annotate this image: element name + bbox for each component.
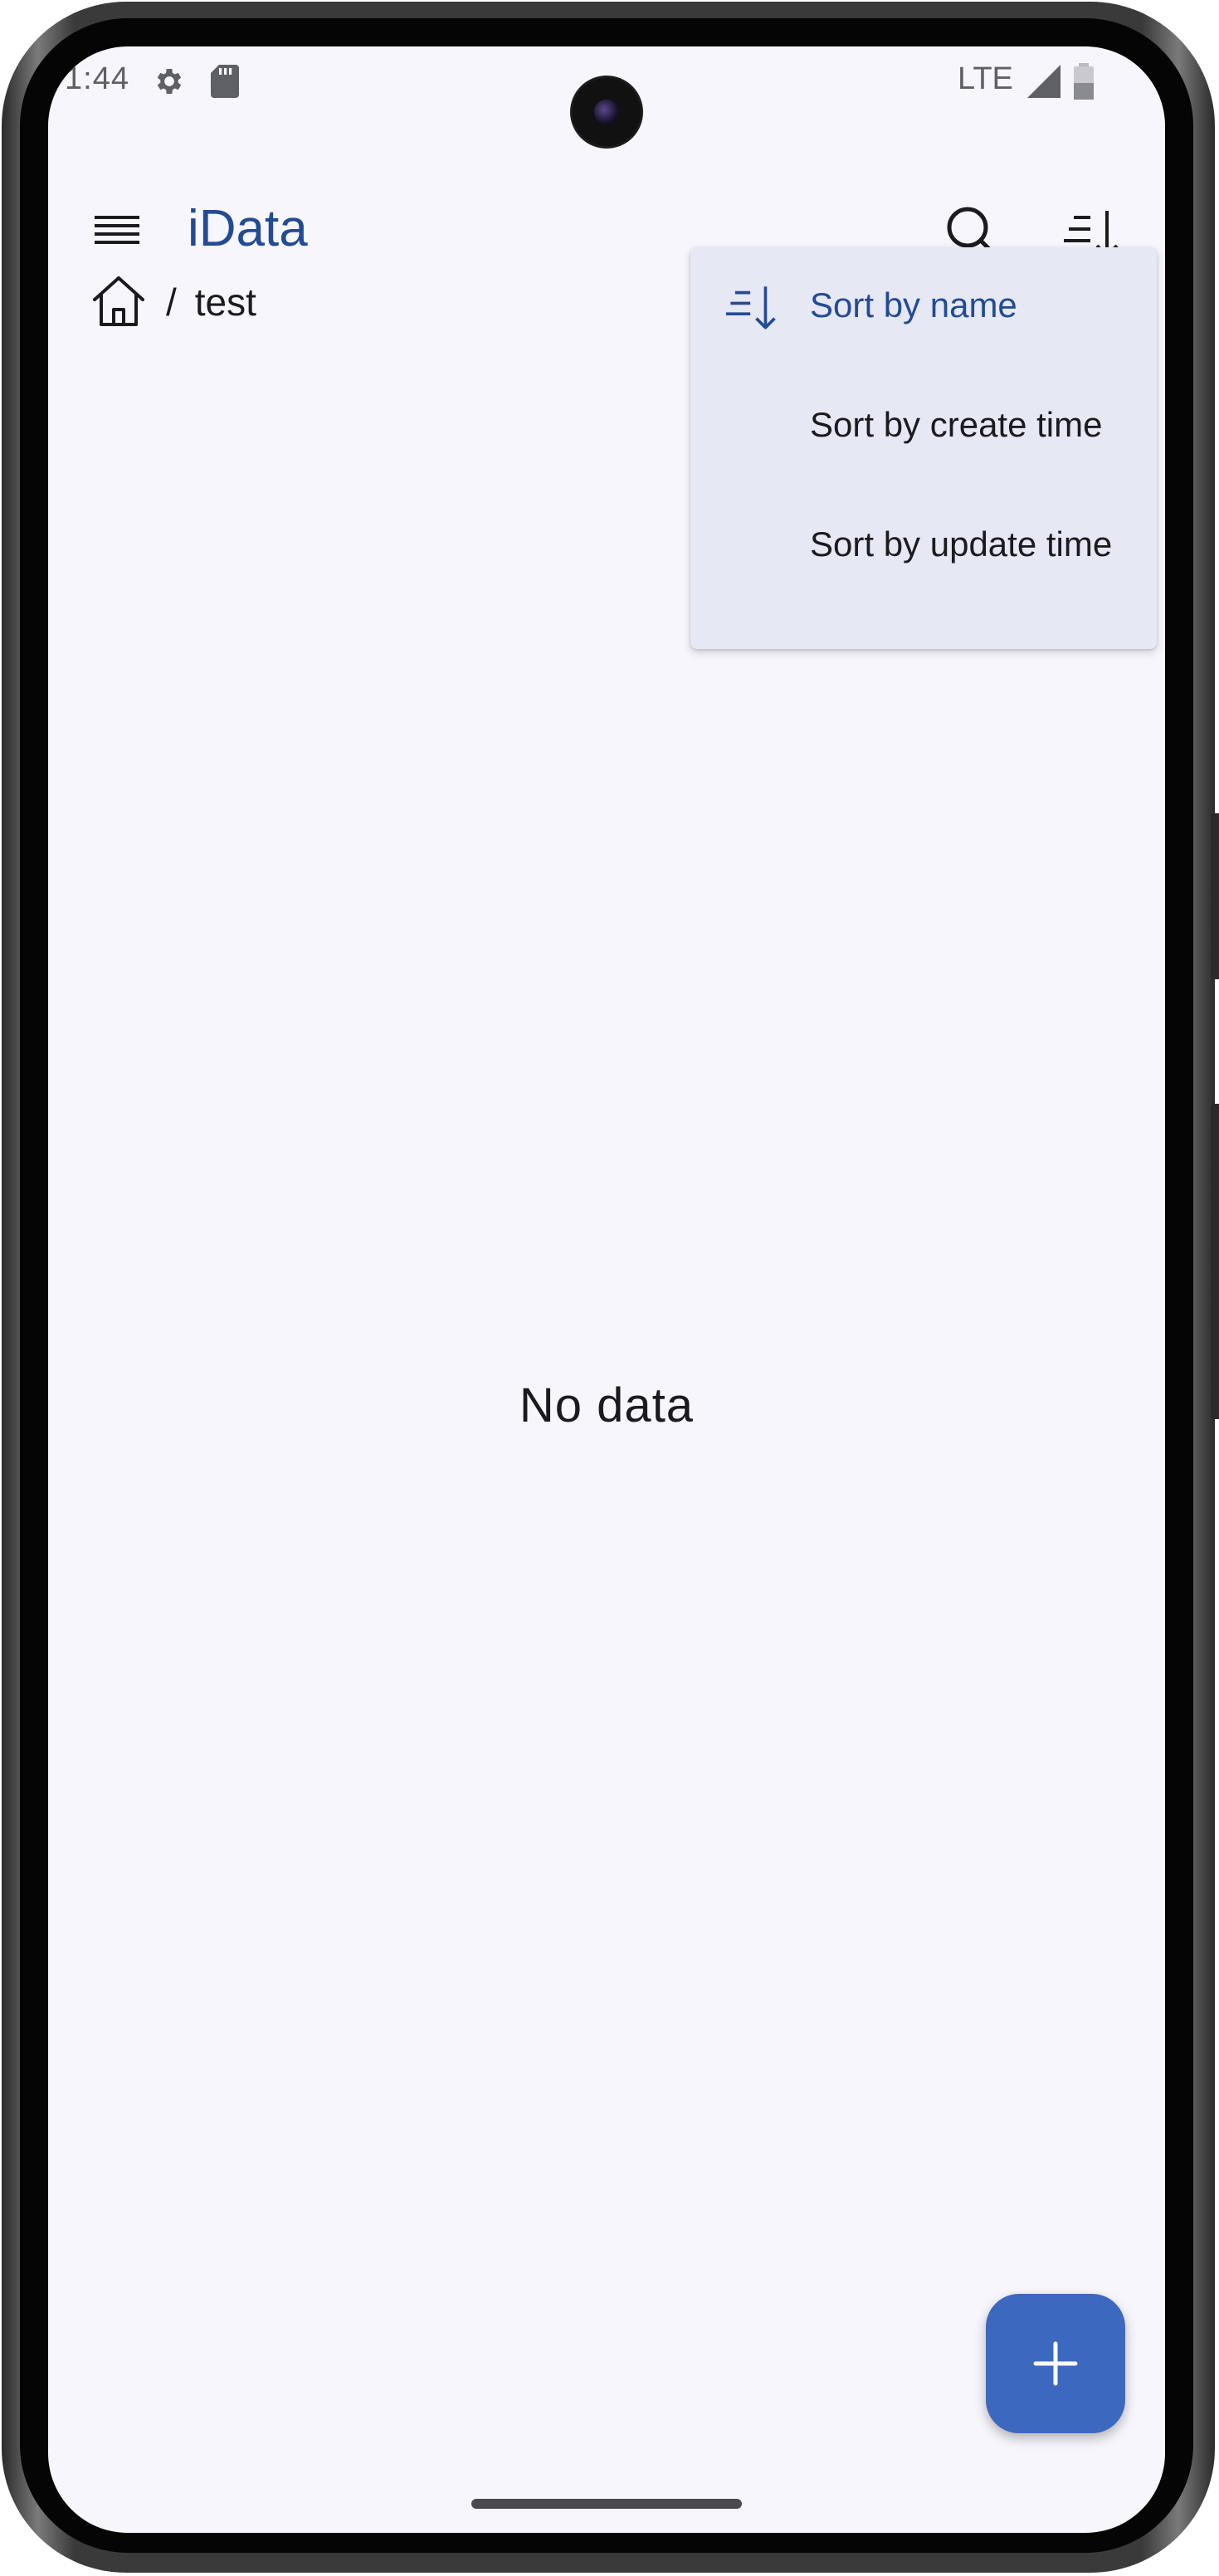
app-title: iData: [188, 200, 308, 257]
network-type: LTE: [958, 61, 1013, 96]
add-button[interactable]: [986, 2294, 1125, 2433]
sd-card-icon: [211, 65, 239, 98]
device-frame: 1:44 LTE iData / test No data Sort by na…: [0, 0, 1219, 2576]
battery-icon: [1074, 63, 1094, 100]
home-icon[interactable]: [90, 273, 148, 331]
menu-item-sort-by-update-time[interactable]: Sort by update time: [690, 486, 1157, 606]
breadcrumb-item-test[interactable]: test: [195, 280, 256, 324]
menu-icon[interactable]: [93, 207, 143, 257]
power-button: [1211, 1104, 1219, 1419]
screen: 1:44 LTE iData / test No data Sort by na…: [48, 46, 1165, 2533]
breadcrumb-separator: /: [166, 281, 177, 324]
signal-icon: [1027, 65, 1061, 98]
sort-icon: [725, 286, 776, 329]
front-camera: [573, 78, 641, 146]
menu-item-label: Sort by create time: [810, 405, 1103, 444]
sort-menu: Sort by name Sort by create time Sort by…: [690, 247, 1157, 649]
menu-item-sort-by-name[interactable]: Sort by name: [690, 247, 1157, 367]
volume-button: [1211, 813, 1219, 979]
gesture-home-indicator[interactable]: [471, 2499, 742, 2509]
menu-item-sort-by-create-time[interactable]: Sort by create time: [690, 367, 1157, 486]
settings-icon: [157, 69, 182, 94]
menu-item-label: Sort by update time: [810, 524, 1113, 564]
status-time: 1:44: [65, 61, 129, 96]
plus-icon: [1033, 2341, 1078, 2386]
menu-item-label: Sort by name: [810, 285, 1017, 324]
empty-state-message: No data: [519, 1378, 695, 1432]
breadcrumb: / test: [90, 269, 256, 335]
